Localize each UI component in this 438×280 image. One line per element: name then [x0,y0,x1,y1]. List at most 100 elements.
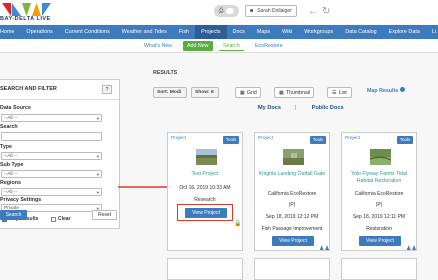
view-project-button[interactable]: View Project [272,236,314,246]
search-button[interactable]: Search [0,210,27,220]
regions-value: --All -- [4,190,18,195]
print-toggle[interactable]: ⎙ [214,5,239,17]
chevron-down-icon: ▾ [96,172,99,177]
subtype-label: Sub Type [0,162,24,168]
card-title[interactable]: Knights Landing Outfall Gate [257,171,327,178]
nav-projects[interactable]: Projects [195,25,227,39]
panel-title: SEARCH AND FILTER [0,86,57,92]
chevron-down-icon: ▾ [96,116,99,121]
info-icon [399,87,405,92]
project-card: Project Tools Yolo Flyway Farms Tidal Ha… [341,132,417,252]
nav-explore-data[interactable]: Explore Data [383,25,426,39]
type-value: --All -- [4,154,18,159]
card-category: Research [194,197,216,203]
list-icon: ☰ [332,89,337,96]
project-thumbnail [370,149,391,165]
print-icon: ⎙ [218,7,224,14]
data-source-value: --All -- [4,116,18,121]
type-label: Type [0,144,12,150]
nav-current-conditions[interactable]: Current Conditions [59,25,116,39]
card-title[interactable]: Test Project [170,171,240,178]
nav-docs[interactable]: Docs [227,25,251,39]
sort-select[interactable]: Sort: Modi [153,87,187,98]
show-value: Show: 6 [195,90,214,95]
type-select[interactable]: --All -- ▾ [1,152,102,160]
list-label: List [338,89,347,96]
list-view-button[interactable]: ☰ List [327,87,352,98]
grid-view-button[interactable]: ▦ Grid [235,87,261,98]
refresh-icon[interactable]: ↻ [322,6,330,17]
back-arrow-icon[interactable]: ← [308,6,318,17]
subnav-whats-new[interactable]: What's New [140,41,176,51]
thumbnail-icon: ▦ [279,89,284,96]
map-results-link[interactable]: Map Results [367,87,405,94]
subtype-select[interactable]: --All -- ▾ [1,170,102,178]
tools-button[interactable]: Tools [223,136,239,144]
nav-workgroups[interactable]: Workgroups [298,25,339,39]
card-type: Project [171,136,186,141]
subnav-search[interactable]: Search [219,41,244,51]
project-card-partial [254,258,330,280]
project-card-partial [341,258,417,280]
clear-label: Clear [58,216,71,222]
chevron-down-icon: ▾ [96,154,99,159]
sub-nav: What's New Add New Search EcoRestore [0,39,438,53]
clear-checkbox[interactable] [51,217,56,222]
card-date: Sep 18, 2019 12:11 PM [352,214,406,220]
user-name: Sarah Dollaiger [257,8,292,14]
main-nav: Home Operations Current Conditions Weath… [0,25,438,39]
project-card: Project Tools Knights Landing Outfall Ga… [254,132,330,252]
card-tag: (P) [375,202,383,208]
search-input[interactable] [1,132,102,141]
view-project-button[interactable]: View Project [359,236,401,246]
reset-button[interactable]: Reset [92,210,117,220]
project-card: Project Tools Test Project Oct 16, 2019 … [167,132,243,251]
tab-my-docs[interactable]: My Docs [258,105,281,111]
user-icon: ☻ [249,8,255,14]
grid-icon: ▦ [240,89,245,96]
card-org: California EcoRestore [354,191,404,197]
tools-button[interactable]: Tools [397,136,413,144]
show-select[interactable]: Show: 6 [191,87,219,98]
card-date: Sep 18, 2019 12:12 PM [265,214,319,220]
help-button[interactable]: ? [102,85,112,94]
card-type: Project [258,136,273,141]
tab-separator: | [294,105,297,111]
nav-operations[interactable]: Operations [20,25,58,39]
site-logo[interactable]: BAY-DELTA LIVE [0,3,60,23]
results-heading: RESULTS [153,70,178,76]
highlight-box-annotation [177,204,233,221]
data-source-label: Data Source [0,105,31,111]
search-label: Search [0,124,18,130]
tab-public-docs[interactable]: Public Docs [312,105,344,111]
nav-data-catalog[interactable]: Data Catalog [339,25,382,39]
nav-home[interactable]: Home [0,25,20,39]
project-thumbnail [196,149,217,165]
toggle-icon [226,8,235,14]
nav-fish[interactable]: Fish [173,25,195,39]
nav-weather-and-tides[interactable]: Weather and Tides [116,25,173,39]
card-tag: (P) [288,202,296,208]
users-icon: ♟♟ [406,246,417,252]
regions-select[interactable]: --All -- ▾ [1,188,102,196]
card-title[interactable]: Yolo Flyway Farms Tidal Habitat Restorat… [344,171,414,185]
subnav-add-new[interactable]: Add New [183,41,213,51]
project-thumbnail [283,149,304,165]
nav-maps[interactable]: Maps [251,25,276,39]
card-type: Project [345,136,360,141]
nav-wiki[interactable]: Wiki [276,25,298,39]
lock-icon: 🔒 [234,221,242,227]
subnav-ecorestore[interactable]: EcoRestore [251,41,287,51]
card-category: Restoration [366,226,392,232]
tools-button[interactable]: Tools [310,136,326,144]
data-source-select[interactable]: --All -- ▾ [1,114,102,122]
card-date: Oct 16, 2019 10:33 AM [179,185,231,191]
grid-label: Grid [246,89,257,96]
user-menu[interactable]: ☻ Sarah Dollaiger [245,5,297,17]
nav-more[interactable]: Li [426,25,438,39]
thumbnail-view-button[interactable]: ▦ Thumbnail [274,87,314,98]
chevron-down-icon: ▾ [96,190,99,195]
map-results-text: Map Results [367,88,399,94]
top-bar: BAY-DELTA LIVE ⎙ ☻ Sarah Dollaiger ← ↻ [0,0,438,24]
doc-tabs: My Docs | Public Docs [258,105,344,111]
